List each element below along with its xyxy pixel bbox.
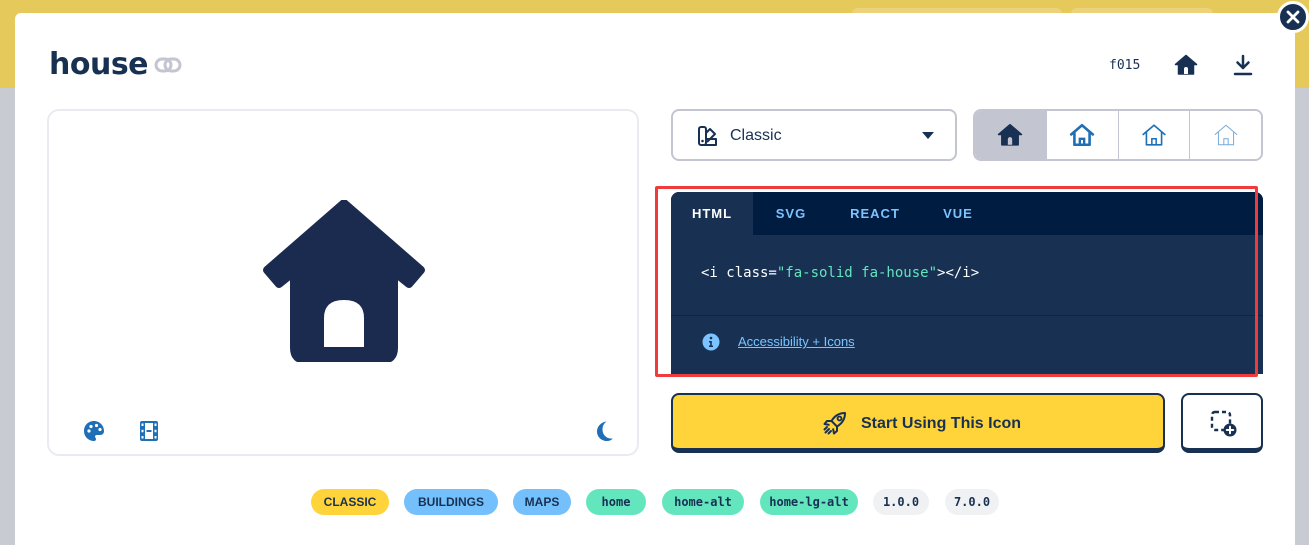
- tag-buildings[interactable]: BUILDINGS: [404, 489, 498, 515]
- variant-light[interactable]: [1118, 111, 1191, 159]
- variant-solid[interactable]: [975, 111, 1047, 159]
- icon-title: house: [49, 47, 149, 82]
- tag-alias-home-alt[interactable]: home-alt: [662, 489, 744, 515]
- icon-detail-modal: house f015 Classic HTML SVG REACT VUE <i…: [15, 13, 1295, 545]
- palette-icon[interactable]: [82, 419, 106, 443]
- house-solid-icon: [998, 123, 1023, 146]
- house-light-icon: [1142, 124, 1166, 146]
- swatchbook-icon: [698, 126, 717, 146]
- house-regular-icon: [1069, 123, 1095, 147]
- tag-version-updated: 7.0.0: [945, 489, 999, 515]
- tag-alias-home[interactable]: home: [586, 489, 646, 515]
- style-select-label: Classic: [730, 127, 782, 144]
- moon-icon[interactable]: [592, 419, 616, 443]
- close-icon: [1286, 10, 1300, 24]
- style-select[interactable]: Classic: [671, 109, 957, 161]
- icon-variant-group: [973, 109, 1263, 161]
- selection-highlight: [655, 186, 1258, 377]
- tag-alias-home-lg-alt[interactable]: home-lg-alt: [760, 489, 858, 515]
- tag-version-added: 1.0.0: [873, 489, 929, 515]
- close-modal-button[interactable]: [1277, 1, 1309, 33]
- variant-regular[interactable]: [1046, 111, 1119, 159]
- start-using-label: Start Using This Icon: [861, 415, 1022, 432]
- rocket-icon: [823, 412, 846, 435]
- square-dashed-plus-icon: [1210, 410, 1237, 437]
- film-icon[interactable]: [137, 419, 161, 443]
- variant-thin[interactable]: [1190, 111, 1261, 159]
- tag-maps[interactable]: MAPS: [513, 489, 571, 515]
- house-glyph-icon[interactable]: [1174, 53, 1198, 77]
- start-using-button[interactable]: Start Using This Icon: [671, 393, 1165, 453]
- house-thin-icon: [1214, 124, 1237, 146]
- house-preview-icon: [263, 200, 425, 362]
- link-icon[interactable]: [153, 53, 183, 77]
- download-icon[interactable]: [1231, 53, 1255, 77]
- tag-classic[interactable]: CLASSIC: [311, 489, 389, 515]
- icon-preview: [47, 109, 639, 456]
- add-to-kit-button[interactable]: [1181, 393, 1263, 453]
- unicode-value[interactable]: f015: [1109, 58, 1140, 73]
- caret-down-icon: [922, 132, 934, 139]
